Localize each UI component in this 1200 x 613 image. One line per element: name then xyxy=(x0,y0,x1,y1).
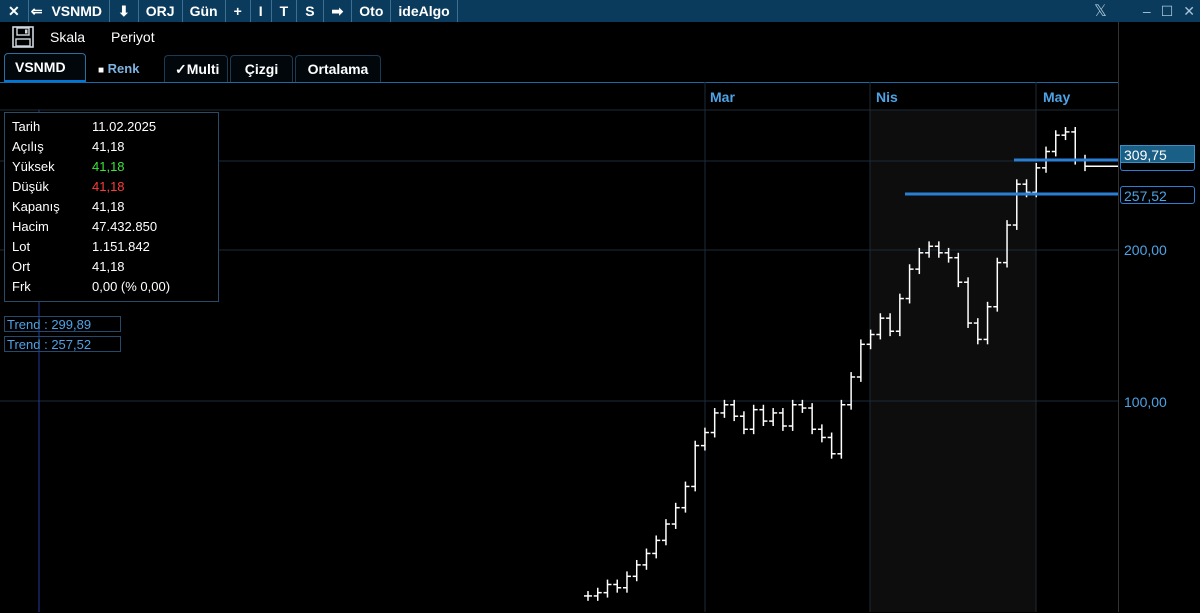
close-icon[interactable]: ✕ xyxy=(0,0,29,22)
t-button[interactable]: T xyxy=(272,0,298,22)
info-value: 41,18 xyxy=(92,159,125,174)
ohlc-info-box: Tarih 11.02.2025 Açılış 41,18 Yüksek 41,18 Düş… xyxy=(4,112,219,302)
minimize-icon[interactable]: ‒ xyxy=(1138,3,1156,19)
info-value: 1.151.842 xyxy=(92,239,150,254)
info-value: 41,18 xyxy=(92,259,125,274)
y-tick-label: 200,00 xyxy=(1124,242,1167,258)
x-tick-label: Mar xyxy=(710,89,735,105)
price-label-bracket xyxy=(1120,163,1195,171)
check-icon: ✓ xyxy=(175,61,187,77)
square-icon: ■ xyxy=(98,65,105,76)
x-tick-label: May xyxy=(1043,89,1071,105)
period-menu[interactable]: Periyot xyxy=(111,29,155,45)
info-key: Lot xyxy=(12,239,31,254)
s-button[interactable]: S xyxy=(297,0,324,22)
period-button[interactable]: Gün xyxy=(183,0,226,22)
info-value: 41,18 xyxy=(92,179,125,194)
tab-average[interactable]: Ortalama xyxy=(295,55,381,82)
info-key: Frk xyxy=(12,279,31,294)
idealgo-button[interactable]: ideAlgo xyxy=(391,0,458,22)
tab-label: VSNMD xyxy=(15,59,66,75)
trend-price-label: 257,52 xyxy=(1120,186,1195,204)
window-close-icon[interactable]: ✕ xyxy=(1178,3,1200,20)
info-value: 0,00 (% 0,00) xyxy=(92,279,171,294)
orj-button[interactable]: ORJ xyxy=(139,0,183,22)
info-key: Düşük xyxy=(12,179,49,194)
arrow-right-icon[interactable]: ➡ xyxy=(324,0,353,22)
tab-label: Çizgi xyxy=(244,61,279,77)
last-price-label: 309,75 xyxy=(1120,145,1195,163)
scale-menu[interactable]: Skala xyxy=(50,29,85,45)
tab-symbol[interactable]: VSNMD xyxy=(4,53,86,82)
info-value: 41,18 xyxy=(92,199,125,214)
info-key: Ort xyxy=(12,259,31,274)
tab-line[interactable]: Çizgi xyxy=(230,55,293,82)
oto-button[interactable]: Oto xyxy=(352,0,392,22)
info-key: Açılış xyxy=(12,139,44,154)
info-key: Yüksek xyxy=(12,159,55,174)
info-key: Hacim xyxy=(12,219,49,234)
info-key: Tarih xyxy=(12,119,41,134)
tab-multi[interactable]: ✓Multi xyxy=(164,55,228,82)
title-bar: ✕ ⇐ VSNMD ⬇ ORJ Gün + I T S ➡ Oto ideAlg… xyxy=(0,0,1200,22)
download-icon[interactable]: ⬇ xyxy=(110,0,139,22)
i-button[interactable]: I xyxy=(251,0,272,22)
tab-label: Renk xyxy=(107,61,140,76)
x-tick-label: Nis xyxy=(876,89,898,105)
add-button[interactable]: + xyxy=(226,0,251,22)
tab-bar: VSNMD ■ Renk ✓Multi Çizgi Ortalama xyxy=(4,53,383,82)
tab-label: Ortalama xyxy=(307,61,369,77)
y-tick-label: 100,00 xyxy=(1124,394,1167,410)
price-axis xyxy=(1118,22,1200,612)
x-logo-icon[interactable]: 𝕏 xyxy=(1089,1,1112,21)
trend-label[interactable]: Trend : 299,89 xyxy=(4,316,121,332)
info-key: Kapanış xyxy=(12,199,60,214)
info-value: 11.02.2025 xyxy=(92,119,157,134)
trend-label[interactable]: Trend : 257,52 xyxy=(4,336,121,352)
window-controls: 𝕏 ‒ ☐ ✕ xyxy=(1089,0,1200,22)
tab-label: Multi xyxy=(186,61,220,77)
symbol-button[interactable]: VSNMD xyxy=(44,0,111,22)
maximize-icon[interactable]: ☐ xyxy=(1156,3,1179,20)
info-value: 41,18 xyxy=(92,139,125,154)
back-icon[interactable]: ⇐ xyxy=(29,0,45,22)
tab-color[interactable]: ■ Renk xyxy=(88,56,162,82)
toolbar: Skala Periyot xyxy=(0,22,1118,52)
save-icon[interactable] xyxy=(12,26,34,48)
info-value: 47.432.850 xyxy=(92,219,158,234)
